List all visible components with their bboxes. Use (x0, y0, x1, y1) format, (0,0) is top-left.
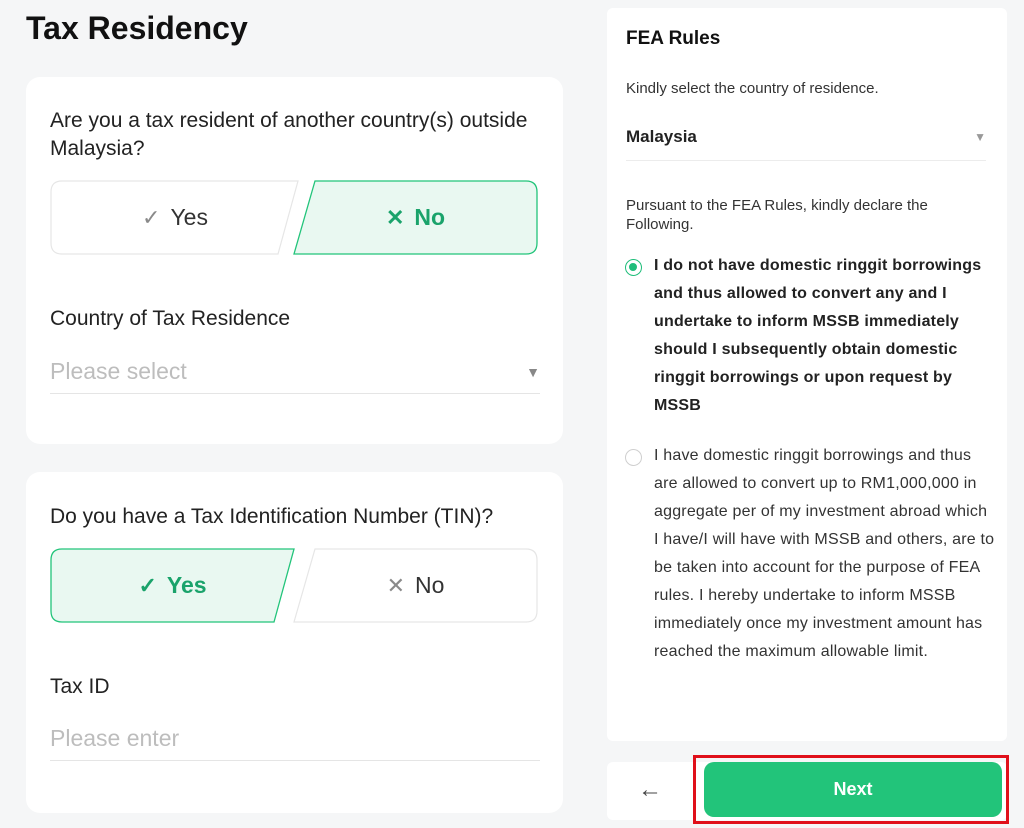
highlight-box (693, 755, 1009, 824)
arrow-left-icon: ← (638, 776, 662, 803)
caret-down-icon: ▼ (526, 363, 540, 380)
caret-down-icon: ▼ (974, 129, 986, 144)
x-icon: ✕ (386, 572, 406, 598)
fea-title: FEA Rules (626, 28, 721, 49)
check-icon: ✓ (142, 204, 161, 230)
tax-residency-card: Are you a tax resident of another countr… (26, 77, 563, 444)
tin-no-label: No (415, 572, 445, 598)
tin-yes-option[interactable]: ✓ Yes (50, 548, 295, 623)
residency-yes-option[interactable]: ✓ Yes (50, 180, 300, 255)
tin-question: Do you have a Tax Identification Number … (50, 505, 494, 528)
residency-question: Are you a tax resident of another countr… (50, 109, 528, 160)
check-icon: ✓ (138, 572, 157, 598)
tin-yes-label: Yes (166, 572, 207, 598)
fea-option-text: I do not have domestic ringgit borrowing… (654, 257, 982, 414)
x-icon: ✕ (385, 204, 405, 230)
fea-declare-prompt: Pursuant to the FEA Rules, kindly declar… (626, 197, 928, 233)
country-label: Country of Tax Residence (50, 307, 291, 330)
country-select[interactable]: Please select ▼ (50, 350, 540, 394)
residency-no-option[interactable]: ✕ No (293, 180, 538, 255)
fea-country-prompt: Kindly select the country of residence. (626, 80, 879, 97)
fea-country-select[interactable]: Malaysia ▼ (626, 113, 986, 161)
fea-option-no-borrowings[interactable]: I do not have domestic ringgit borrowing… (625, 256, 995, 420)
tin-no-option[interactable]: ✕ No (293, 548, 538, 623)
page-title: Tax Residency (26, 10, 248, 46)
fea-rules-card: FEA Rules Kindly select the country of r… (607, 8, 1007, 741)
residency-yes-label: Yes (170, 204, 208, 230)
taxid-label: Tax ID (50, 675, 110, 698)
radio-unselected-icon[interactable] (625, 449, 642, 466)
tin-card: Do you have a Tax Identification Number … (26, 472, 563, 813)
fea-option-text: I have domestic ringgit borrowings and t… (654, 447, 995, 660)
fea-country-value: Malaysia (626, 126, 697, 146)
residency-no-label: No (414, 204, 446, 230)
back-button[interactable]: ← (630, 775, 670, 805)
radio-selected-icon[interactable] (625, 259, 642, 276)
taxid-placeholder: Please enter (50, 725, 180, 751)
country-placeholder: Please select (50, 358, 187, 384)
taxid-input[interactable]: Please enter (50, 717, 540, 761)
fea-option-has-borrowings[interactable]: I have domestic ringgit borrowings and t… (625, 446, 995, 666)
